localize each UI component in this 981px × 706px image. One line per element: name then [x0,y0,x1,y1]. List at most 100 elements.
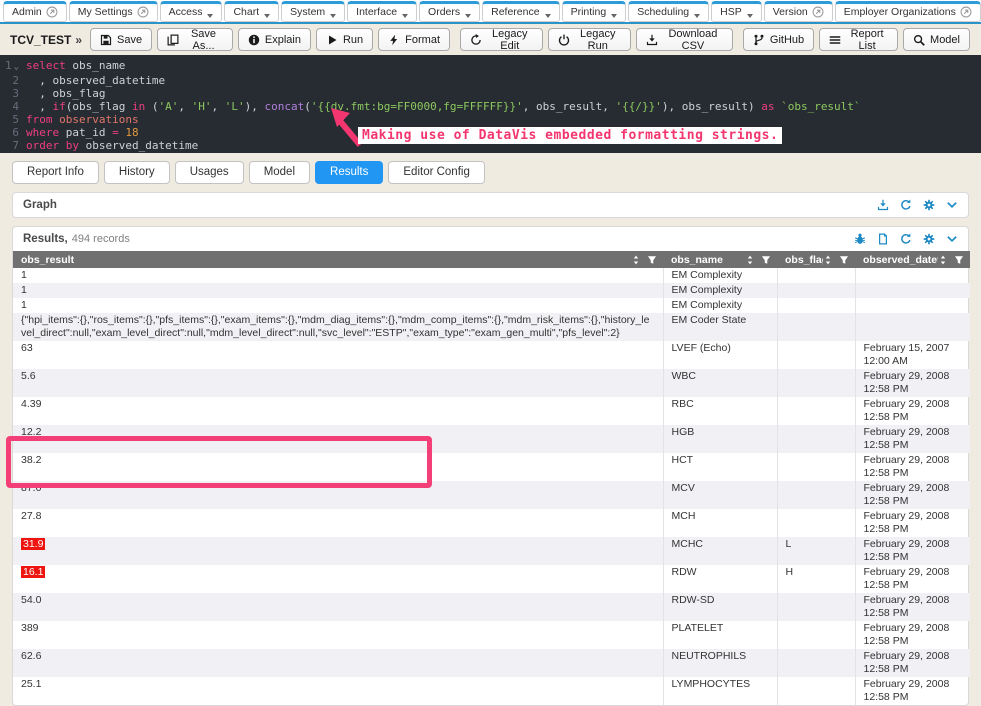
column-header-observed_datetime[interactable]: observed_datetime [855,251,970,268]
cell-obs-flag [777,298,855,313]
format-button[interactable]: Format [378,28,450,51]
graph-panel-header[interactable]: Graph [13,193,968,217]
cell-obs-result: 16.1 [13,565,663,593]
code-line: 3 , obs_flag [0,87,981,100]
annotation-text: Making use of DataVis embedded formattin… [358,127,782,144]
report-list-button[interactable]: Report List [819,28,898,51]
column-header-obs_result[interactable]: obs_result [13,251,663,268]
breadcrumb-chevron: » [75,33,82,47]
run-button[interactable]: Run [316,28,373,51]
nav-tab-admin[interactable]: Admin [3,1,67,22]
nav-tab-employer-organizations[interactable]: Employer Organizations [835,1,981,22]
nav-tab-hsp[interactable]: HSP [711,1,762,22]
table-row[interactable]: 25.1LYMPHOCYTESFebruary 29, 2008 12:58 P… [13,677,970,705]
save-as--button[interactable]: Save As... [157,28,233,51]
table-row[interactable]: {"hpi_items":{},"ros_items":{},"pfs_item… [13,313,970,341]
nav-tab-version[interactable]: Version [764,1,833,22]
model-button[interactable]: Model [903,28,970,51]
filter-icon[interactable] [647,255,657,265]
legacy-edit-button[interactable]: Legacy Edit [460,28,542,51]
code-text: , observed_datetime [26,74,165,87]
nav-tab-printing[interactable]: Printing [562,1,627,22]
explain-button[interactable]: Explain [238,28,311,51]
table-row[interactable]: 1EM Complexity [13,268,970,283]
sort-icon[interactable] [745,255,755,265]
tab-editor-config[interactable]: Editor Config [388,161,484,184]
refresh-icon[interactable] [900,199,912,211]
filter-icon[interactable] [954,255,964,265]
column-header-obs_name[interactable]: obs_name [663,251,777,268]
gear-icon[interactable] [923,199,935,211]
table-row[interactable]: 16.1RDWHFebruary 29, 2008 12:58 PM [13,565,970,593]
tab-usages[interactable]: Usages [175,161,244,184]
table-row[interactable]: 38.2HCTFebruary 29, 2008 12:58 PM [13,453,970,481]
cell-obs-flag [777,453,855,481]
button-label: Run [343,34,363,46]
cell-observed-datetime [855,313,970,341]
nav-tab-reference[interactable]: Reference [482,1,559,22]
tab-model[interactable]: Model [249,161,310,184]
save-button[interactable]: Save [90,28,152,51]
nav-tab-system[interactable]: System [281,1,345,22]
github-button[interactable]: GitHub [743,28,814,51]
table-row[interactable]: 87.0MCVFebruary 29, 2008 12:58 PM [13,481,970,509]
cell-observed-datetime: February 15, 2007 12:00 AM [855,341,970,369]
graph-panel: Graph [12,192,969,218]
filter-icon[interactable] [839,255,849,265]
results-record-count: 494 records [72,233,130,245]
cell-observed-datetime: February 29, 2008 12:58 PM [855,453,970,481]
chevron-down-icon[interactable] [946,199,958,211]
fold-arrow-icon[interactable]: ⌄ [14,62,19,72]
table-row[interactable]: 5.6WBCFebruary 29, 2008 12:58 PM [13,369,970,397]
download-icon[interactable] [877,199,889,211]
cell-obs-name: RBC [663,397,777,425]
cell-observed-datetime [855,268,970,283]
nav-tab-label: Employer Organizations [844,6,956,18]
table-row[interactable]: 1EM Complexity [13,283,970,298]
tab-results[interactable]: Results [315,161,383,184]
chevron-down-icon[interactable] [946,233,958,245]
download-csv-button[interactable]: Download CSV [636,28,733,51]
cell-observed-datetime: February 29, 2008 12:58 PM [855,509,970,537]
table-row[interactable]: 27.8MCHFebruary 29, 2008 12:58 PM [13,509,970,537]
cell-obs-flag [777,283,855,298]
cell-observed-datetime: February 29, 2008 12:58 PM [855,537,970,565]
results-panel-header[interactable]: Results, 494 records [13,227,968,251]
nav-tab-label: Orders [428,6,460,18]
nav-tab-access[interactable]: Access [160,1,223,22]
line-number: 5 [0,113,26,126]
table-row[interactable]: 31.9MCHCLFebruary 29, 2008 12:58 PM [13,537,970,565]
table-row[interactable]: 54.0RDW-SDFebruary 29, 2008 12:58 PM [13,593,970,621]
table-row[interactable]: 63LVEF (Echo)February 15, 2007 12:00 AM [13,341,970,369]
nav-tab-orders[interactable]: Orders [419,1,480,22]
cell-obs-flag [777,341,855,369]
document-icon[interactable] [877,233,889,245]
bug-icon[interactable] [854,233,866,245]
sort-icon[interactable] [823,255,833,265]
table-row[interactable]: 12.2HGBFebruary 29, 2008 12:58 PM [13,425,970,453]
external-link-icon [960,6,972,18]
tab-history[interactable]: History [104,161,170,184]
table-row[interactable]: 4.39RBCFebruary 29, 2008 12:58 PM [13,397,970,425]
sort-icon[interactable] [938,255,948,265]
table-row[interactable]: 389PLATELETFebruary 29, 2008 12:58 PM [13,621,970,649]
cell-obs-flag [777,481,855,509]
cell-obs-flag: L [777,537,855,565]
table-row[interactable]: 1EM Complexity [13,298,970,313]
save-icon [100,34,112,46]
filter-icon[interactable] [761,255,771,265]
tab-report-info[interactable]: Report Info [12,161,99,184]
gear-icon[interactable] [923,233,935,245]
refresh-icon[interactable] [900,233,912,245]
cell-obs-result: 27.8 [13,509,663,537]
nav-tab-scheduling[interactable]: Scheduling [628,1,709,22]
nav-tab-my-settings[interactable]: My Settings [69,1,158,22]
nav-tab-chart[interactable]: Chart [224,1,279,22]
table-row[interactable]: 62.6NEUTROPHILSFebruary 29, 2008 12:58 P… [13,649,970,677]
nav-tab-interface[interactable]: Interface [347,1,417,22]
legacy-run-button[interactable]: Legacy Run [548,28,632,51]
column-header-obs_flag[interactable]: obs_flag [777,251,855,268]
toolbar-buttons: SaveSave As...Explain Run Format Legacy Edi… [90,28,975,51]
sort-icon[interactable] [631,255,641,265]
cell-obs-name: EM Coder State [663,313,777,341]
